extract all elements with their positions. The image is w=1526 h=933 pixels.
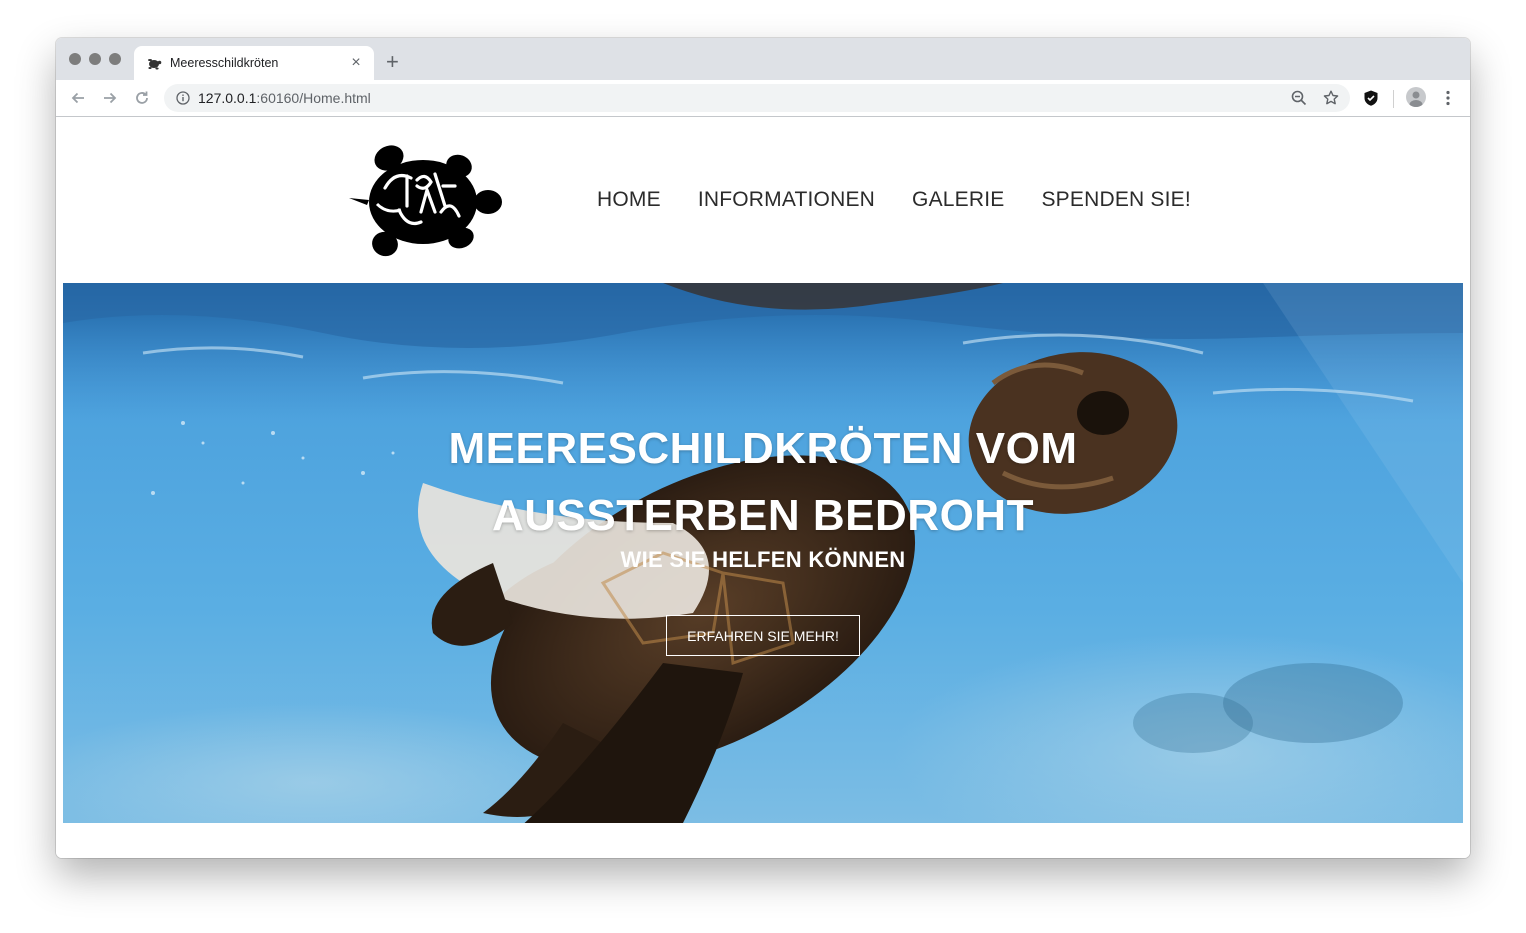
hero-title-line1: MEERESCHILDKRÖTEN VOM — [448, 424, 1078, 473]
hero-banner: MEERESCHILDKRÖTEN VOM AUSSTERBEN BEDROHT… — [63, 283, 1463, 823]
zoom-icon[interactable] — [1290, 89, 1308, 107]
nav-informationen[interactable]: INFORMATIONEN — [698, 188, 875, 212]
nav-home[interactable]: HOME — [597, 188, 661, 212]
maximize-window-button[interactable] — [109, 53, 121, 65]
browser-window: Meeresschildkröten × + 127.0.0.1:60160/H… — [56, 38, 1470, 858]
address-bar[interactable]: 127.0.0.1:60160/Home.html — [164, 84, 1350, 112]
browser-tab[interactable]: Meeresschildkröten × — [134, 46, 374, 80]
url-host: 127.0.0.1 — [198, 90, 257, 106]
minimize-window-button[interactable] — [89, 53, 101, 65]
tab-close-icon[interactable]: × — [348, 55, 364, 71]
tab-title: Meeresschildkröten — [170, 56, 279, 70]
main-nav: HOME INFORMATIONEN GALERIE SPENDEN SIE! — [597, 188, 1191, 212]
hero-title-line2: AUSSTERBEN BEDROHT — [492, 491, 1034, 540]
back-arrow-icon — [71, 92, 84, 104]
hero-text: MEERESCHILDKRÖTEN VOM AUSSTERBEN BEDROHT… — [63, 415, 1463, 573]
nav-spenden[interactable]: SPENDEN SIE! — [1041, 188, 1190, 212]
close-window-button[interactable] — [69, 53, 81, 65]
back-button[interactable] — [68, 88, 88, 108]
tab-strip: Meeresschildkröten × + — [56, 38, 1470, 80]
new-tab-button[interactable]: + — [386, 51, 399, 73]
shield-extension-icon[interactable] — [1362, 89, 1380, 107]
forward-button[interactable] — [100, 88, 120, 108]
star-icon[interactable] — [1322, 89, 1340, 107]
reload-button[interactable] — [132, 88, 152, 108]
browser-toolbar: 127.0.0.1:60160/Home.html — [56, 80, 1470, 117]
turtle-favicon-icon — [148, 59, 162, 70]
url-path: :60160/Home.html — [256, 90, 371, 106]
profile-avatar-icon[interactable] — [1406, 87, 1426, 107]
menu-dots-icon[interactable] — [1440, 89, 1456, 107]
forward-arrow-icon — [104, 92, 117, 104]
hero-subtitle: WIE SIE HELFEN KÖNNEN — [620, 547, 906, 572]
learn-more-button[interactable]: ERFAHREN SIE MEHR! — [666, 615, 860, 656]
nav-galerie[interactable]: GALERIE — [912, 188, 1004, 212]
toolbar-separator — [1393, 90, 1394, 108]
web-page: HOME INFORMATIONEN GALERIE SPENDEN SIE! — [56, 118, 1470, 858]
turtle-logo-icon[interactable] — [347, 140, 503, 262]
reload-icon — [136, 91, 148, 104]
info-icon[interactable] — [176, 91, 190, 105]
